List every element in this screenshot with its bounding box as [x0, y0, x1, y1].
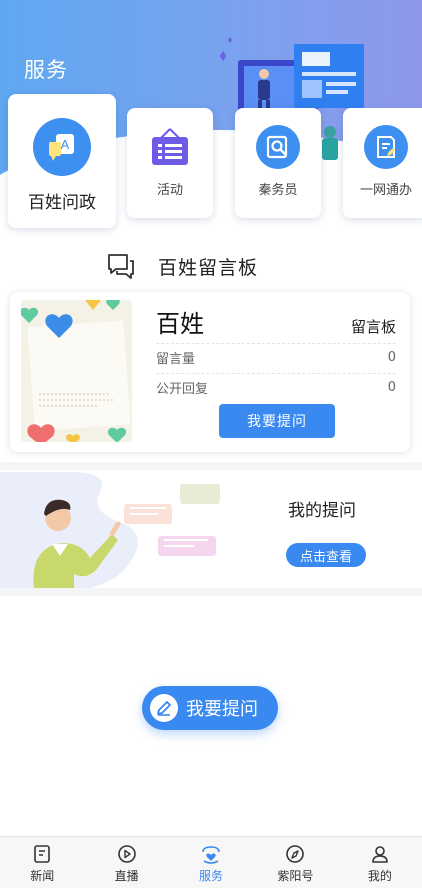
my-question-card[interactable]: 我的提问 点击查看 [0, 472, 422, 588]
edit-icon [150, 694, 178, 722]
service-card-qin-official[interactable]: 秦务员 [235, 108, 321, 218]
tab-label: 直播 [114, 869, 139, 883]
tab-label: 新闻 [30, 869, 55, 883]
user-icon [372, 846, 388, 863]
stat-value: 0 [387, 380, 396, 395]
my-question-title: 我的提问 [288, 501, 356, 521]
tab-mine[interactable]: 我的 [338, 837, 422, 888]
chat-a-icon: A [33, 118, 91, 176]
svg-text:A: A [61, 137, 70, 152]
board-name: 百姓 [156, 310, 204, 338]
floating-ask-label: 我要提问 [186, 699, 258, 720]
board-heading: 百姓留言板 [106, 250, 258, 282]
stat-row-messages: 留言量 0 [156, 343, 396, 371]
view-questions-button[interactable]: 点击查看 [286, 543, 366, 567]
tab-ziyang[interactable]: 紫阳号 [253, 837, 337, 888]
service-card-one-stop[interactable]: 一网通办 [343, 108, 422, 218]
signboard-icon [148, 125, 192, 169]
service-grid: A 百姓问政 活动 秦务员 一网通办 [0, 94, 422, 234]
tab-live[interactable]: 直播 [84, 837, 168, 888]
service-label: 百姓问政 [28, 193, 96, 213]
page-title: 服务 [24, 58, 68, 82]
tab-service[interactable]: 服务 [169, 837, 253, 888]
message-board-card[interactable]: 百姓 留言板 留言量 0 公开回复 0 我要提问 [10, 292, 410, 452]
board-title: 百姓留言板 [158, 256, 259, 279]
bottom-tab-bar: 新闻 直播 服务 紫阳号 我的 [0, 836, 422, 888]
service-card-activity[interactable]: 活动 [127, 108, 213, 218]
stat-value: 0 [387, 350, 396, 365]
service-label: 活动 [156, 183, 183, 198]
service-label: 秦务员 [258, 183, 298, 198]
news-icon [34, 845, 51, 863]
service-heart-icon [202, 846, 220, 864]
board-ask-button[interactable]: 我要提问 [219, 404, 335, 438]
compass-icon [286, 845, 305, 863]
stat-label: 公开回复 [156, 382, 209, 397]
board-tag: 留言板 [350, 318, 396, 336]
document-leaf-icon [364, 125, 408, 169]
section-divider [0, 588, 422, 596]
service-label: 一网通办 [359, 183, 412, 198]
tab-label: 服务 [199, 869, 224, 883]
play-icon [117, 845, 136, 863]
chat-bubbles-icon [108, 254, 134, 279]
service-card-people-politics[interactable]: A 百姓问政 [8, 94, 116, 228]
stat-label: 留言量 [156, 352, 196, 367]
stat-row-replies: 公开回复 0 [156, 373, 396, 401]
tab-label: 紫阳号 [277, 869, 314, 883]
search-doc-icon [256, 125, 300, 169]
tab-label: 我的 [367, 869, 392, 883]
board-cover-image [21, 300, 132, 442]
my-question-illustration [0, 472, 220, 588]
tab-news[interactable]: 新闻 [0, 837, 84, 888]
section-divider [0, 462, 422, 470]
floating-ask-button[interactable]: 我要提问 [142, 686, 278, 730]
